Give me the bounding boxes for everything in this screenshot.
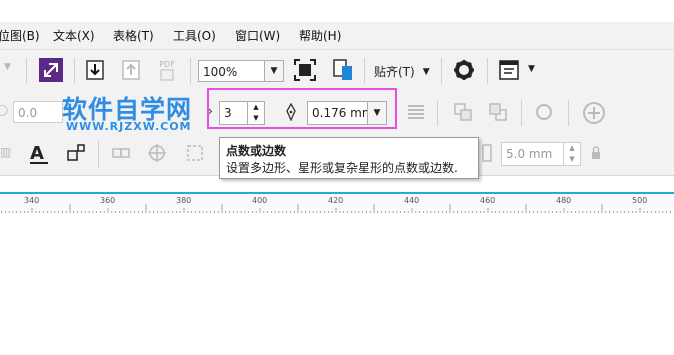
chevron-down-icon[interactable]: ▼ <box>4 62 11 72</box>
page-view-button[interactable] <box>331 57 355 83</box>
to-front-icon <box>454 103 472 121</box>
import-button[interactable] <box>84 58 106 82</box>
tooltip-title: 点数或边数 <box>226 144 287 158</box>
page-size-icon <box>481 142 493 164</box>
to-back-icon <box>489 103 507 121</box>
lock-button[interactable] <box>589 145 603 161</box>
tooltip: 点数或边数 设置多边形、星形或复杂星形的点数或边数. <box>219 137 479 179</box>
transform-button[interactable] <box>184 142 206 164</box>
snap-to-label: 贴齐(T) <box>374 65 415 79</box>
menu-item-window[interactable]: 窗口(W) <box>235 27 280 44</box>
menu-item-help[interactable]: 帮助(H) <box>299 27 341 44</box>
snap-to-button[interactable]: 贴齐(T) ▼ <box>374 63 430 80</box>
pdf-icon <box>160 69 174 80</box>
export-button[interactable] <box>120 58 142 82</box>
text-outline-icon: A <box>30 143 48 164</box>
toolbar-divider <box>74 58 75 84</box>
options-button[interactable] <box>452 58 476 82</box>
full-screen-preview-button[interactable] <box>293 58 317 82</box>
spin-up-icon[interactable]: ▲ <box>563 143 580 154</box>
convert-curves-icon <box>536 104 552 120</box>
menu-item-table[interactable]: 表格(T) <box>113 27 154 44</box>
toolbar-divider <box>364 58 365 84</box>
export-icon <box>122 60 140 80</box>
ruler-label: 360 <box>100 196 116 205</box>
toolbar-divider <box>521 100 522 126</box>
lock-icon <box>592 146 600 159</box>
ruler-label: 340 <box>24 196 40 205</box>
gear-icon <box>454 60 474 80</box>
svg-text:A: A <box>30 143 44 164</box>
chevron-down-icon: ▼ <box>422 66 430 77</box>
page-icon <box>482 144 492 162</box>
window-top-area <box>0 0 674 22</box>
spin-down-icon[interactable]: ▼ <box>563 154 580 165</box>
corel-connect-icon <box>44 63 58 77</box>
ruler-label: 440 <box>404 196 420 205</box>
weld-button[interactable] <box>110 142 132 164</box>
corel-connect-button[interactable] <box>39 58 63 82</box>
menu-item-text[interactable]: 文本(X) <box>53 27 95 44</box>
text-outline-button[interactable]: A <box>28 141 50 167</box>
chevron-down-icon[interactable]: ▼ <box>264 61 283 81</box>
publish-pdf-button[interactable]: PDF <box>155 57 179 83</box>
application-launcher-button[interactable] <box>497 58 521 82</box>
drawing-canvas[interactable] <box>0 213 674 355</box>
weld-icon <box>112 148 130 158</box>
ruler-label: 480 <box>556 196 572 205</box>
text-wrap-icon <box>408 105 424 119</box>
zoom-level-select[interactable]: 100% ▼ <box>198 60 284 82</box>
toolbar-divider <box>98 141 99 167</box>
ruler-label: 380 <box>176 196 192 205</box>
text-wrap-button[interactable] <box>405 101 427 125</box>
ruler-label: 460 <box>480 196 496 205</box>
import-icon <box>86 60 104 80</box>
toolbar-divider <box>437 100 438 126</box>
rotation-icon: ○ <box>0 102 9 118</box>
to-front-button[interactable] <box>452 101 474 123</box>
full-screen-icon <box>294 59 316 81</box>
toolbar-divider <box>441 58 442 84</box>
rotation-angle-value: 0.0 <box>18 106 38 120</box>
toolbar-divider <box>568 100 569 126</box>
add-preset-button[interactable] <box>581 100 607 126</box>
horizontal-ruler[interactable]: 340 360 380 400 420 440 460 480 500 <box>0 192 674 215</box>
zoom-level-value: 100% <box>203 65 238 79</box>
node-edit-button[interactable] <box>65 142 87 164</box>
page-view-icon <box>333 59 352 80</box>
ruler-label: 420 <box>328 196 344 205</box>
target-button[interactable] <box>146 142 168 164</box>
application-launcher-icon <box>499 60 519 80</box>
menu-item-tools[interactable]: 工具(O) <box>173 27 216 44</box>
align-icon[interactable]: ▥ <box>0 145 11 159</box>
plus-circle-icon <box>583 102 605 124</box>
ruler-label: 400 <box>252 196 268 205</box>
to-back-button[interactable] <box>487 101 509 123</box>
watermark-url: WWW.RJZXW.COM <box>66 120 192 133</box>
corner-size-field[interactable]: 5.0 mm ▲ ▼ <box>501 142 581 166</box>
menu-bar: 位图(B) 文本(X) 表格(T) 工具(O) 窗口(W) 帮助(H) <box>0 22 674 50</box>
corner-size-value: 5.0 mm <box>506 147 553 161</box>
transform-icon <box>187 145 203 161</box>
standard-toolbar: ▼ PDF 100% ▼ 贴齐(T) ▼ ▼ <box>0 50 674 93</box>
rotation-angle-field[interactable]: 0.0 <box>13 101 63 123</box>
target-icon <box>148 144 166 162</box>
highlight-frame <box>207 88 397 129</box>
toolbar-divider <box>487 58 488 84</box>
ruler-label: 500 <box>632 196 648 205</box>
toolbar-divider <box>26 58 27 84</box>
chevron-down-icon[interactable]: ▼ <box>528 64 535 74</box>
toolbar-divider <box>190 58 191 84</box>
pdf-label: PDF <box>159 59 175 69</box>
convert-to-curves-button[interactable] <box>533 101 555 123</box>
node-edit-icon <box>67 144 85 161</box>
menu-item-bitmap[interactable]: 位图(B) <box>0 27 40 44</box>
tooltip-body: 设置多边形、星形或复杂星形的点数或边数. <box>226 161 458 175</box>
